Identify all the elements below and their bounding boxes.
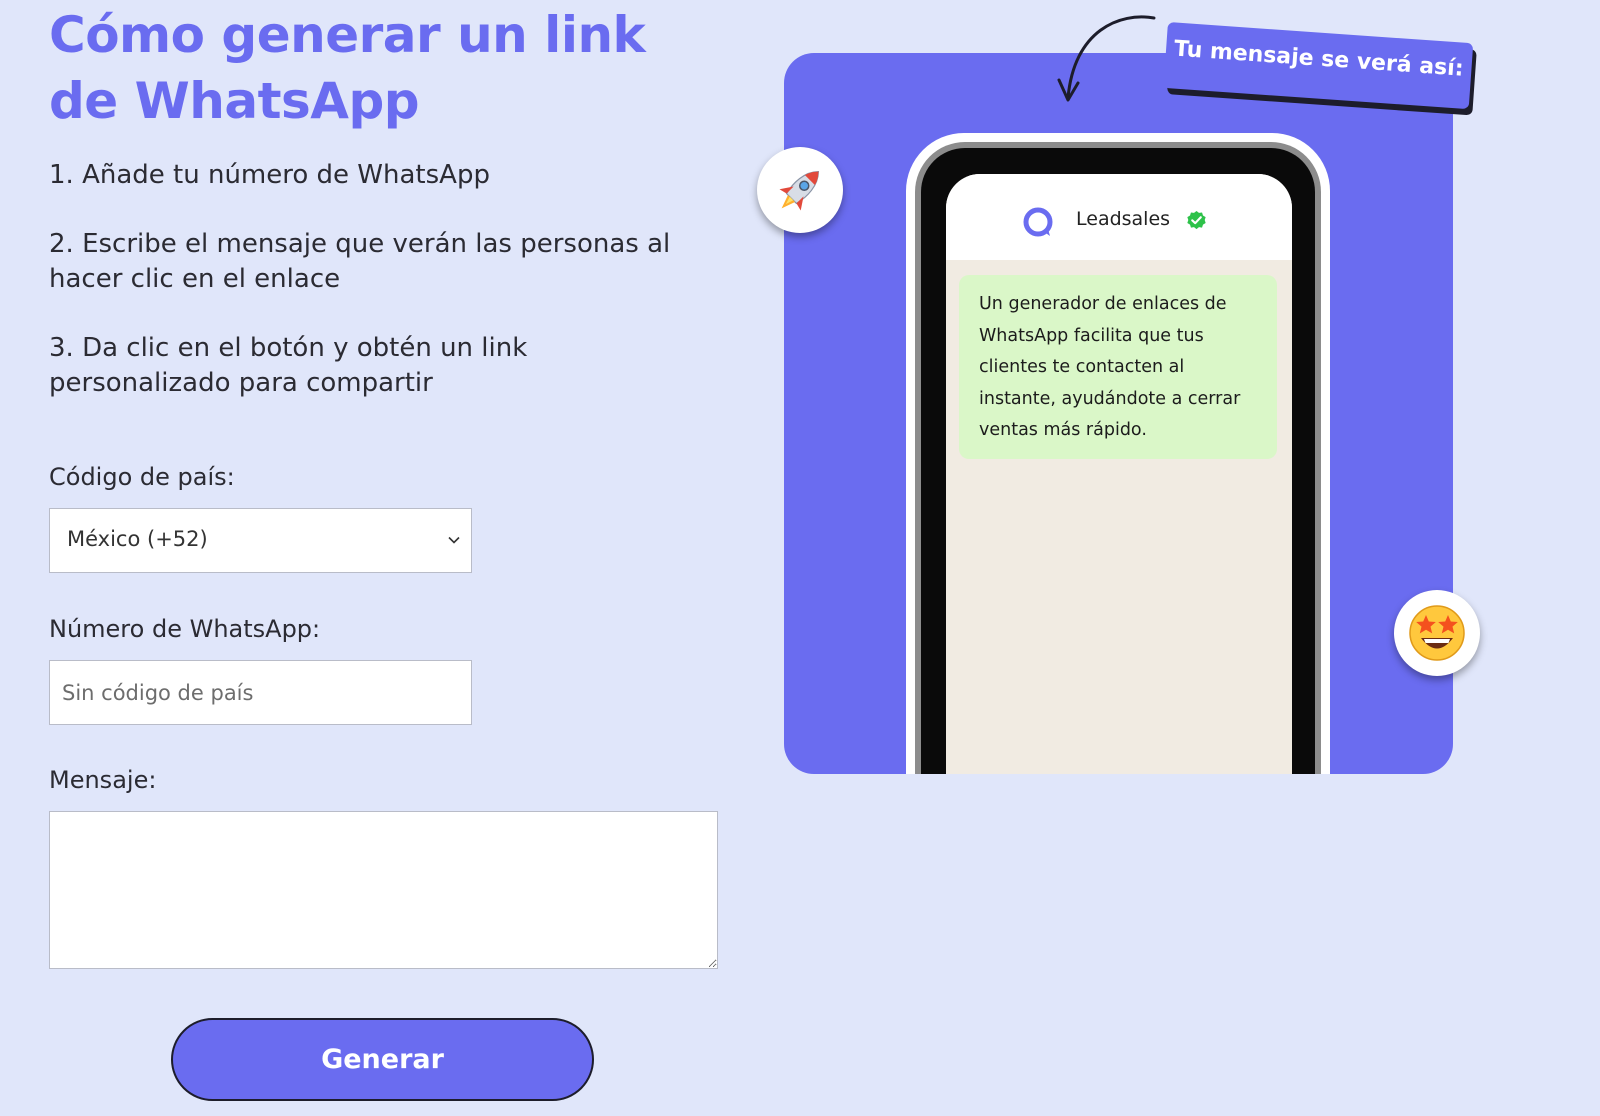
country-code-label: Código de país: xyxy=(49,463,235,491)
star-struck-badge xyxy=(1394,590,1480,676)
step-1-text: 1. Añade tu número de WhatsApp xyxy=(49,160,490,190)
preview-panel: Leadsales Un generador de enlaces de Wha… xyxy=(784,53,1453,774)
chevron-down-icon xyxy=(448,536,460,544)
leadsales-logo-icon xyxy=(1023,207,1053,237)
step-3-text: 3. Da clic en el botón y obtén un link p… xyxy=(49,333,528,398)
country-code-select[interactable]: México (+52) xyxy=(49,508,472,573)
verified-check-icon xyxy=(1187,210,1206,230)
page-title: Cómo generar un link de WhatsApp xyxy=(49,6,646,130)
curved-arrow-icon xyxy=(1057,15,1156,102)
country-code-value: México (+52) xyxy=(67,527,208,551)
brand-name: Leadsales xyxy=(1076,208,1171,230)
message-label: Mensaje: xyxy=(49,766,157,794)
message-textarea[interactable] xyxy=(49,811,718,969)
generate-button[interactable]: Generar xyxy=(171,1018,594,1101)
phone-screen: Leadsales Un generador de enlaces de Wha… xyxy=(946,174,1292,774)
rocket-emoji-icon xyxy=(779,171,819,211)
phone-mockup: Leadsales Un generador de enlaces de Wha… xyxy=(906,133,1330,774)
step-2-text: 2. Escribe el mensaje que verán las pers… xyxy=(49,229,671,294)
whatsapp-number-input[interactable] xyxy=(49,660,472,725)
message-bubble: Un generador de enlaces de WhatsApp faci… xyxy=(959,275,1277,459)
whatsapp-number-label: Número de WhatsApp: xyxy=(49,615,321,643)
rocket-badge xyxy=(757,147,843,233)
chat-header: Leadsales xyxy=(946,174,1292,260)
star-struck-emoji-icon xyxy=(1409,605,1465,661)
preview-tag: Tu mensaje se verá así: xyxy=(1163,22,1477,116)
